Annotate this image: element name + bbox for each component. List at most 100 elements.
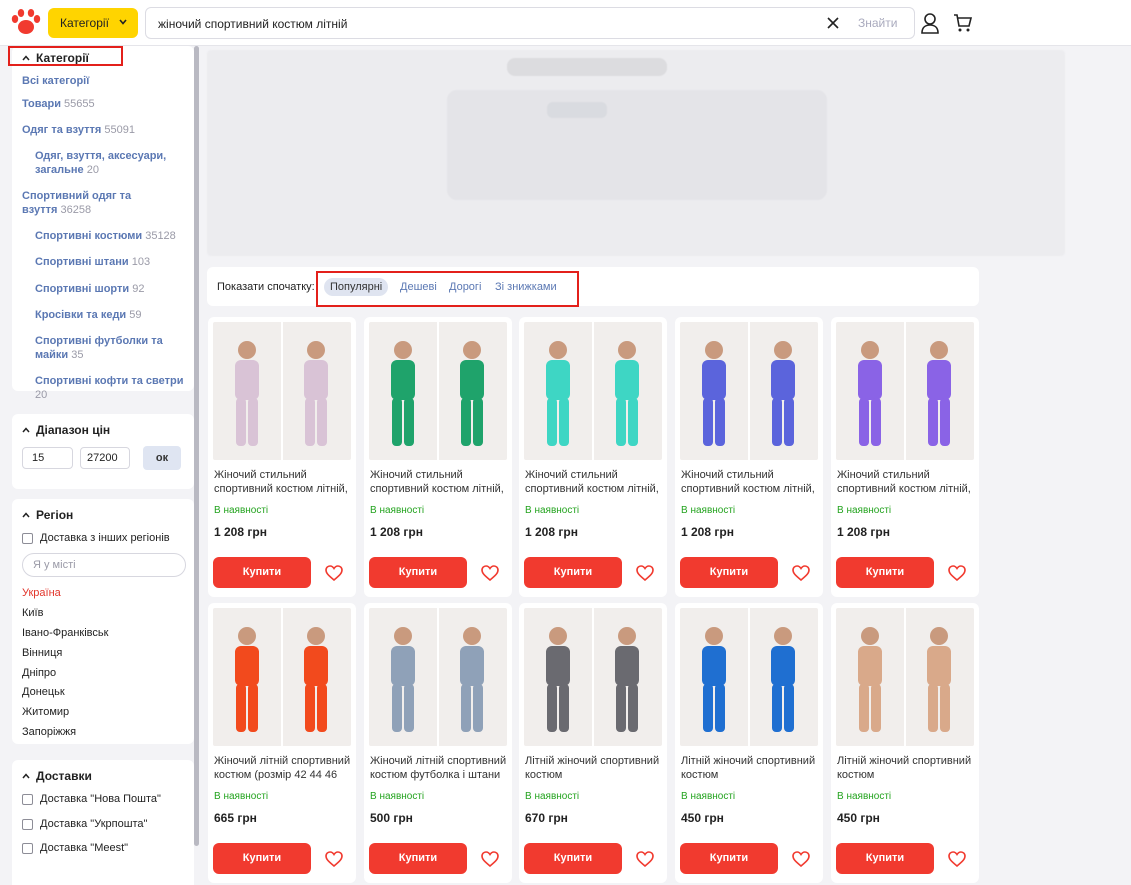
search-button[interactable]: Знайти — [858, 16, 897, 30]
price-min-input[interactable]: 15 — [22, 447, 73, 469]
product-price: 450 грн — [837, 811, 880, 825]
region-item[interactable]: Житомир — [22, 706, 69, 718]
product-card[interactable]: Жіночий літній спортивний костюм (розмір… — [208, 603, 356, 883]
product-image[interactable] — [836, 608, 974, 746]
category-link[interactable]: Товари 55655 — [22, 97, 187, 111]
product-image[interactable] — [213, 322, 351, 460]
category-link[interactable]: Спортивні кофти та светри 20 — [35, 374, 195, 402]
heart-icon[interactable] — [636, 565, 654, 581]
checkbox[interactable] — [22, 842, 33, 854]
buy-button[interactable]: Купити — [524, 843, 622, 874]
category-link[interactable]: Спортивні костюми 35128 — [35, 229, 187, 243]
product-card[interactable]: Літній жіночий спортивний костюм В наявн… — [831, 603, 979, 883]
buy-button[interactable]: Купити — [836, 843, 934, 874]
delivery-title[interactable]: Доставки — [22, 769, 92, 783]
cart-icon[interactable] — [953, 13, 973, 33]
product-title[interactable]: Жіночий стильний спортивний костюм літні… — [525, 468, 665, 496]
categories-button[interactable]: Категорії — [48, 8, 138, 38]
product-title[interactable]: Жіночий стильний спортивний костюм літні… — [681, 468, 821, 496]
category-link[interactable]: Одяг та взуття 55091 — [22, 123, 187, 137]
checkbox[interactable] — [22, 793, 33, 805]
product-title[interactable]: Жіночий стильний спортивний костюм літні… — [370, 468, 510, 496]
heart-icon[interactable] — [325, 565, 343, 581]
heart-icon[interactable] — [325, 851, 343, 867]
heart-icon[interactable] — [948, 851, 966, 867]
region-item[interactable]: Дніпро — [22, 667, 56, 679]
product-title[interactable]: Літній жіночий спортивний костюм — [525, 754, 665, 782]
category-link[interactable]: Спортивний одяг та взуття 36258 — [22, 189, 142, 217]
product-title[interactable]: Літній жіночий спортивний костюм — [681, 754, 821, 782]
buy-button[interactable]: Купити — [369, 843, 467, 874]
region-item[interactable]: Івано-Франківськ — [22, 627, 108, 639]
checkbox[interactable] — [22, 532, 33, 544]
stock-status: В наявності — [214, 791, 269, 802]
price-ok-button[interactable]: ок — [143, 446, 181, 470]
delivery-checkbox[interactable]: Доставка "Нова Пошта" — [22, 793, 161, 805]
buy-button[interactable]: Купити — [213, 557, 311, 588]
region-item[interactable]: Запоріжжя — [22, 726, 76, 738]
banner[interactable] — [207, 50, 1065, 256]
region-item[interactable]: Україна — [22, 587, 61, 599]
region-item[interactable]: Київ — [22, 607, 43, 619]
product-image[interactable] — [524, 322, 662, 460]
region-item[interactable]: Донецьк — [22, 686, 65, 698]
checkbox[interactable] — [22, 818, 33, 830]
banner-shape — [547, 102, 607, 118]
logo-paw-icon[interactable] — [10, 8, 42, 36]
product-card[interactable]: Жіночий стильний спортивний костюм літні… — [675, 317, 823, 597]
product-title[interactable]: Жіночий стильний спортивний костюм літні… — [214, 468, 354, 496]
sidebar-scrollbar[interactable] — [194, 46, 199, 846]
category-link[interactable]: Всі категорії — [22, 74, 187, 88]
category-link[interactable]: Спортивні штани 103 — [35, 255, 187, 269]
stock-status: В наявності — [681, 505, 736, 516]
product-price: 450 грн — [681, 811, 724, 825]
search-input[interactable]: жіночий спортивний костюм літній — [158, 17, 347, 31]
price-title[interactable]: Діапазон цін — [22, 423, 110, 437]
product-card[interactable]: Жіночий літній спортивний костюм футболк… — [364, 603, 512, 883]
product-image[interactable] — [213, 608, 351, 746]
product-title[interactable]: Літній жіночий спортивний костюм — [837, 754, 977, 782]
heart-icon[interactable] — [481, 851, 499, 867]
heart-icon[interactable] — [792, 851, 810, 867]
heart-icon[interactable] — [792, 565, 810, 581]
product-image[interactable] — [680, 322, 818, 460]
product-title[interactable]: Жіночий літній спортивний костюм футболк… — [370, 754, 510, 782]
region-item[interactable]: Вінниця — [22, 647, 62, 659]
category-link[interactable]: Одяг, взуття, аксесуари, загальне 20 — [35, 149, 187, 177]
product-card[interactable]: Літній жіночий спортивний костюм В наявн… — [675, 603, 823, 883]
buy-button[interactable]: Купити — [213, 843, 311, 874]
heart-icon[interactable] — [481, 565, 499, 581]
other-regions-checkbox[interactable]: Доставка з інших регіонів — [22, 532, 170, 544]
delivery-checkbox[interactable]: Доставка "Meest" — [22, 842, 128, 854]
product-card[interactable]: Жіночий стильний спортивний костюм літні… — [208, 317, 356, 597]
product-image[interactable] — [680, 608, 818, 746]
product-image[interactable] — [836, 322, 974, 460]
buy-button[interactable]: Купити — [680, 843, 778, 874]
product-title[interactable]: Жіночий літній спортивний костюм (розмір… — [214, 754, 354, 782]
product-card[interactable]: Літній жіночий спортивний костюм В наявн… — [519, 603, 667, 883]
category-link[interactable]: Спортивні футболки та майки 35 — [35, 334, 170, 362]
heart-icon[interactable] — [636, 851, 654, 867]
category-link[interactable]: Кросівки та кеди 59 — [35, 308, 187, 322]
buy-button[interactable]: Купити — [524, 557, 622, 588]
delivery-checkbox[interactable]: Доставка "Укрпошта" — [22, 818, 147, 830]
buy-button[interactable]: Купити — [369, 557, 467, 588]
product-card[interactable]: Жіночий стильний спортивний костюм літні… — [519, 317, 667, 597]
product-image[interactable] — [524, 608, 662, 746]
buy-button[interactable]: Купити — [680, 557, 778, 588]
user-icon[interactable] — [920, 12, 940, 34]
product-image[interactable] — [369, 322, 507, 460]
categories-button-label: Категорії — [60, 16, 109, 30]
buy-button[interactable]: Купити — [836, 557, 934, 588]
category-link[interactable]: Спортивні шорти 92 — [35, 282, 187, 296]
product-title[interactable]: Жіночий стильний спортивний костюм літні… — [837, 468, 977, 496]
clear-icon[interactable] — [826, 16, 840, 30]
product-card[interactable]: Жіночий стильний спортивний костюм літні… — [364, 317, 512, 597]
heart-icon[interactable] — [948, 565, 966, 581]
product-image[interactable] — [369, 608, 507, 746]
price-max-input[interactable]: 27200 — [80, 447, 130, 469]
region-title[interactable]: Регіон — [22, 508, 73, 522]
product-card[interactable]: Жіночий стильний спортивний костюм літні… — [831, 317, 979, 597]
city-input[interactable]: Я у місті — [22, 553, 186, 577]
stock-status: В наявності — [214, 505, 269, 516]
